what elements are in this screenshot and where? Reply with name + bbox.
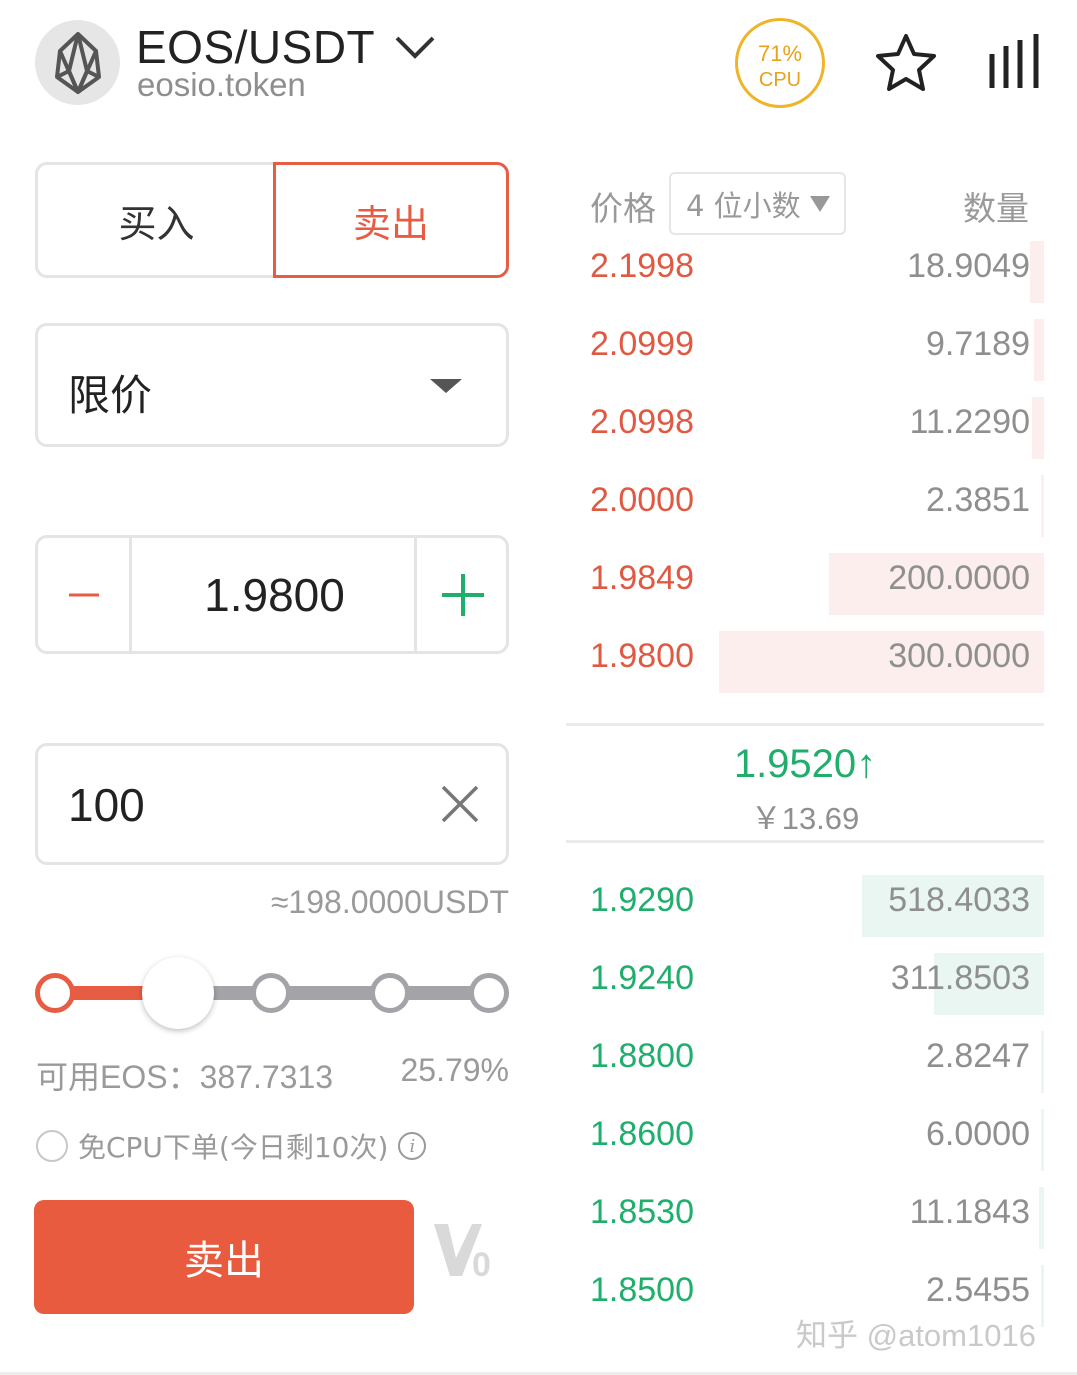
ask-qty: 18.9049 [907,247,1030,285]
order-type-select[interactable]: 限价 [35,323,509,447]
ask-price: 2.0999 [590,325,694,363]
ask-row[interactable]: 1.9849 200.0000 [566,553,1044,615]
bid-row[interactable]: 1.9290 518.4033 [566,875,1044,937]
approx-value: ≈198.0000USDT [270,884,509,920]
amount-input[interactable] [68,778,408,832]
clear-icon[interactable] [440,784,480,828]
ask-price: 2.0000 [590,481,694,519]
ask-row[interactable]: 2.0000 2.3851 [566,475,1044,537]
minus-icon [68,593,99,596]
bid-qty: 2.8247 [926,1037,1030,1075]
last-price: 1.9520↑ [733,742,877,786]
svg-text:0: 0 [472,1246,491,1280]
watermark: 知乎 @atom1016 [796,1318,1036,1353]
price-stepper: 1.9800 [35,535,509,654]
price-increment-button[interactable] [414,538,509,651]
free-cpu-option[interactable]: 免CPU下单(今日剩10次) i [36,1126,427,1166]
ask-row[interactable]: 2.0998 11.2290 [566,397,1044,459]
price-decrement-button[interactable] [38,538,132,651]
vip-level-icon: 0 [432,1218,498,1284]
bid-price: 1.9240 [590,959,694,997]
slider-stop-50[interactable] [251,973,291,1013]
ask-qty: 9.7189 [926,325,1030,363]
ask-price: 1.9800 [590,637,694,675]
ask-qty: 300.0000 [888,637,1030,675]
available-percent: 25.79% [400,1052,509,1088]
ask-depth-bar [1041,475,1044,537]
bid-depth-bar [1041,1109,1044,1171]
bid-price: 1.8500 [590,1271,694,1309]
decimal-select-value: 4 位小数 [686,188,801,223]
ask-price: 2.1998 [590,247,694,285]
ask-qty: 2.3851 [926,481,1030,519]
bid-price: 1.8600 [590,1115,694,1153]
ask-row[interactable]: 1.9800 300.0000 [566,631,1044,693]
ask-price: 1.9849 [590,559,694,597]
cpu-usage-badge[interactable]: 71% CPU [735,18,825,108]
ask-qty: 11.2290 [909,403,1030,441]
bid-depth-bar [1041,1031,1044,1093]
ask-depth-bar [1030,241,1044,303]
order-type-value: 限价 [68,371,153,420]
orderbook-divider [566,723,1044,726]
bid-qty: 11.1843 [909,1193,1030,1231]
ask-price: 2.0998 [590,403,694,441]
eos-logo-icon [54,31,101,94]
tab-sell[interactable]: 卖出 [273,162,509,278]
caret-down-icon [430,379,462,393]
last-price-cny: ￥13.69 [750,801,860,836]
bid-depth-bar [1041,1265,1044,1327]
orderbook-price-header: 价格 [590,189,656,228]
free-cpu-label: 免CPU下单(今日剩10次) [78,1131,389,1164]
tab-buy[interactable]: 买入 [35,162,275,278]
chart-bars-icon[interactable] [988,34,1042,94]
favorite-star-icon[interactable] [874,32,938,96]
amount-field [35,743,509,865]
amount-slider[interactable] [35,950,510,1040]
bid-row[interactable]: 1.8530 11.1843 [566,1187,1044,1249]
bid-price: 1.8530 [590,1193,694,1231]
bid-price: 1.8800 [590,1037,694,1075]
triangle-down-icon [810,196,830,212]
ask-depth-bar [1032,397,1044,459]
info-icon[interactable]: i [398,1132,427,1160]
slider-stop-75[interactable] [370,973,410,1013]
eos-logo [35,20,120,105]
ask-qty: 200.0000 [888,559,1030,597]
bid-row[interactable]: 1.8800 2.8247 [566,1031,1044,1093]
bid-depth-bar [1039,1187,1044,1249]
bid-qty: 6.0000 [926,1115,1030,1153]
contract-name: eosio.token [137,66,306,103]
bid-row[interactable]: 1.8600 6.0000 [566,1109,1044,1171]
slider-stop-100[interactable] [469,973,509,1013]
bid-row[interactable]: 1.9240 311.8503 [566,953,1044,1015]
ask-depth-bar [1034,319,1044,381]
price-input[interactable]: 1.9800 [133,538,416,651]
orderbook-divider [566,840,1044,843]
cpu-label: CPU [758,69,802,91]
chevron-down-icon[interactable] [393,32,437,66]
sell-submit-button[interactable]: 卖出 [34,1200,414,1314]
orderbook-qty-header: 数量 [963,189,1029,228]
slider-stop-0[interactable] [35,973,75,1013]
bid-qty: 311.8503 [890,959,1030,997]
ask-row[interactable]: 2.1998 18.9049 [566,241,1044,303]
decimal-select[interactable]: 4 位小数 [669,172,846,235]
ask-row[interactable]: 2.0999 9.7189 [566,319,1044,381]
plus-icon [442,573,484,616]
bid-price: 1.9290 [590,881,694,919]
free-cpu-radio[interactable] [36,1130,68,1162]
slider-knob[interactable] [142,957,214,1029]
bid-qty: 518.4033 [888,881,1030,919]
bid-qty: 2.5455 [926,1271,1030,1309]
cpu-percent: 71% [757,41,803,66]
available-balance: 可用EOS：387.7313 [36,1059,334,1095]
